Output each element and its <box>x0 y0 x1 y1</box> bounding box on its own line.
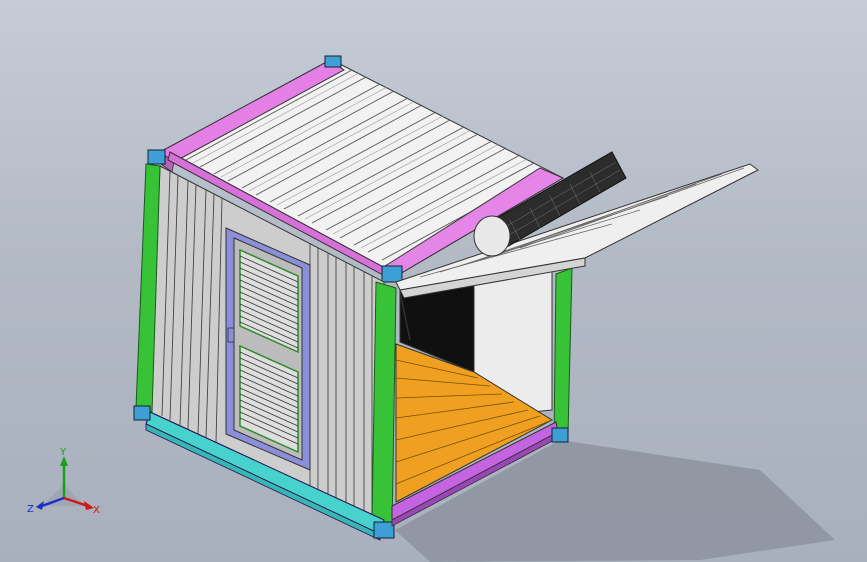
corner-casting-bottom-front <box>373 521 395 539</box>
cad-viewport[interactable]: Y X Z <box>0 0 867 562</box>
container-3d-model[interactable] <box>0 0 867 562</box>
orientation-triad[interactable]: Y X Z <box>26 446 106 522</box>
corner-casting-top-front <box>381 265 403 283</box>
fan-housing <box>473 215 511 257</box>
corner-post-front <box>371 281 397 529</box>
corner-casting-top-left <box>147 149 166 165</box>
corner-casting-bottom-left <box>133 405 151 421</box>
door-handle[interactable] <box>227 327 235 343</box>
z-axis-label: Z <box>27 504 34 515</box>
z-axis-arrow <box>36 501 44 510</box>
y-axis-label: Y <box>59 447 67 458</box>
corner-casting-bottom-right <box>551 427 569 443</box>
corner-post-right <box>553 267 573 439</box>
corner-casting-top-back <box>324 55 342 68</box>
x-axis-label: X <box>93 505 100 516</box>
